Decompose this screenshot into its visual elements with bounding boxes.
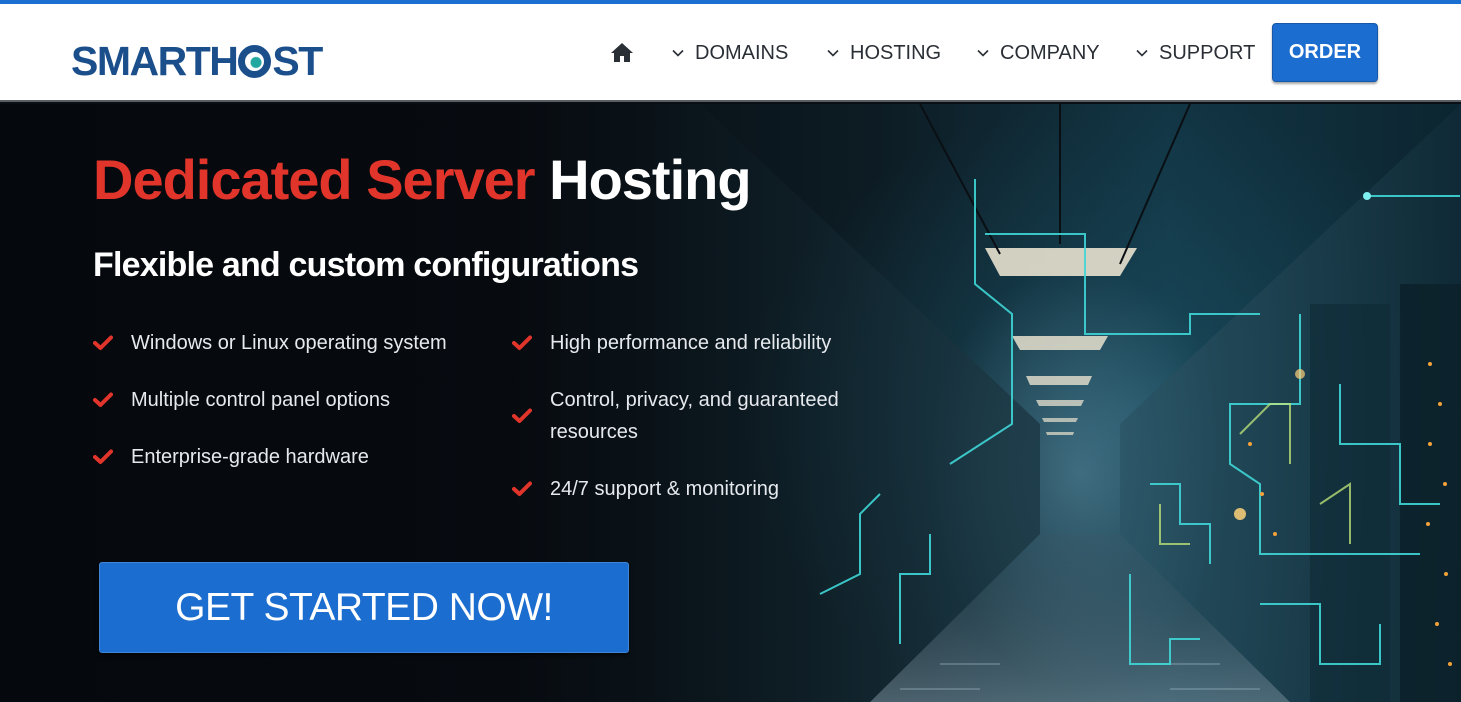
order-button[interactable]: ORDER — [1272, 23, 1378, 82]
feature-text: Windows or Linux operating system — [131, 332, 447, 354]
feature-text: High performance and reliability — [550, 332, 832, 354]
check-icon — [512, 327, 534, 359]
check-icon — [512, 384, 534, 448]
feature-text: Enterprise-grade hardware — [131, 446, 369, 468]
feature-item: Control, privacy, and guaranteed resourc… — [512, 384, 839, 448]
feature-item: Enterprise-grade hardware — [93, 441, 369, 473]
check-icon — [512, 473, 534, 505]
logo-o-mark — [238, 45, 272, 78]
home-icon[interactable] — [609, 40, 635, 66]
check-icon — [93, 441, 115, 473]
feature-item: 24/7 support & monitoring — [512, 473, 779, 505]
feature-item: Multiple control panel options — [93, 384, 390, 416]
chevron-down-icon — [1136, 49, 1148, 57]
get-started-button[interactable]: GET STARTED NOW! — [99, 562, 629, 653]
smarthost-logo[interactable]: SMARTH ST — [71, 38, 323, 84]
chevron-down-icon — [977, 49, 989, 57]
nav-company[interactable]: COMPANY — [976, 38, 1100, 68]
hero-banner: Dedicated Server Hosting Flexible and cu… — [0, 104, 1461, 702]
site-header: SMARTH ST DOMAINS HOSTING COMPANY SUPPORT… — [0, 4, 1461, 102]
nav-support[interactable]: SUPPORT — [1135, 38, 1255, 68]
logo-text-left: SMARTH — [71, 38, 239, 84]
feature-text: Multiple control panel options — [131, 389, 391, 411]
hero-title: Dedicated Server Hosting — [93, 148, 752, 212]
feature-text: Control, privacy, and guaranteed resourc… — [550, 384, 839, 448]
check-icon — [93, 327, 115, 359]
chevron-down-icon — [672, 49, 684, 57]
nav-domains-label: DOMAINS — [695, 41, 789, 64]
feature-text-line-2: resources — [550, 421, 638, 443]
check-icon — [93, 384, 115, 416]
logo-text-right: ST — [272, 38, 323, 84]
nav-support-label: SUPPORT — [1159, 41, 1256, 64]
feature-text: 24/7 support & monitoring — [550, 478, 780, 500]
chevron-down-icon — [827, 49, 839, 57]
nav-hosting-label: HOSTING — [850, 41, 942, 64]
hero-subtitle: Flexible and custom configurations — [93, 246, 639, 284]
feature-item: High performance and reliability — [512, 327, 831, 359]
hero-title-rest: Hosting — [549, 148, 751, 211]
feature-text-line-1: Control, privacy, and guaranteed — [550, 389, 839, 411]
nav-domains[interactable]: DOMAINS — [671, 38, 788, 68]
feature-item: Windows or Linux operating system — [93, 327, 447, 359]
nav-company-label: COMPANY — [1000, 41, 1100, 64]
nav-hosting[interactable]: HOSTING — [826, 38, 941, 68]
hero-title-highlight: Dedicated Server — [93, 148, 536, 211]
